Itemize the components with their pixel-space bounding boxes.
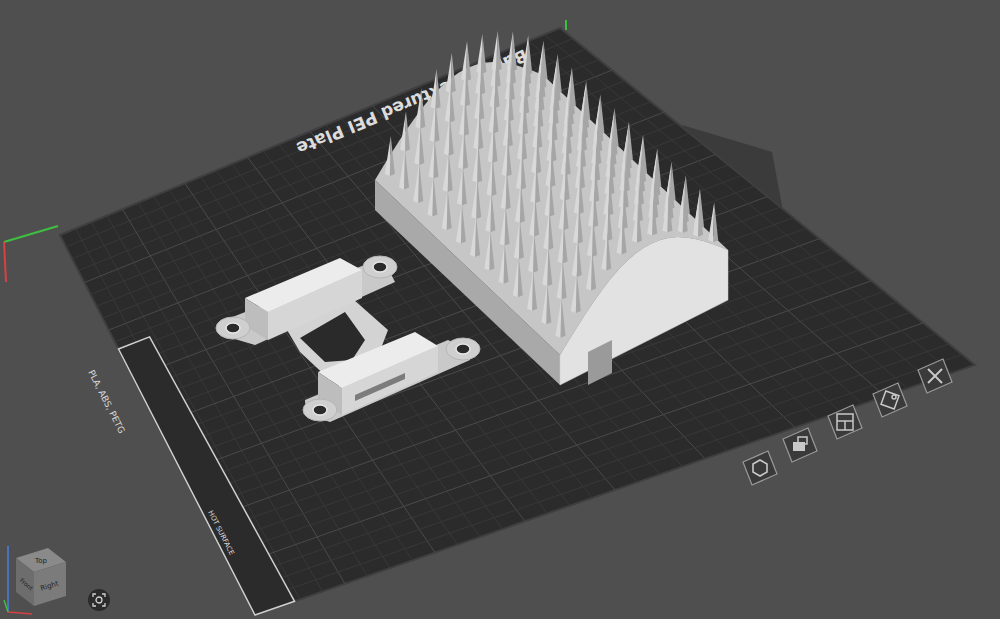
delete-button[interactable]: [915, 356, 955, 396]
plate-sticker: [119, 337, 295, 615]
arrange-icon: [825, 402, 865, 442]
sticker-warning: HOT SURFACE: [206, 509, 235, 556]
recenter-icon: [92, 593, 106, 607]
view-cube[interactable]: Top FrontRight: [2, 542, 74, 616]
view-cube-box[interactable]: Top FrontRight: [2, 542, 74, 616]
scene-canvas[interactable]: PLA, ABS, PETGHOT SURFACEBambu Textured …: [0, 0, 1000, 619]
svg-text:Front: Front: [19, 577, 36, 593]
sticker-filaments: PLA, ABS, PETG: [86, 368, 127, 435]
delete-icon: [915, 356, 955, 396]
recenter-button[interactable]: [88, 589, 110, 611]
orient-icon: [740, 448, 780, 488]
settings-button[interactable]: [870, 380, 910, 420]
orient-button[interactable]: [740, 448, 780, 488]
spike-brush-model[interactable]: [375, 31, 728, 385]
lock-button[interactable]: [780, 425, 820, 465]
arrange-button[interactable]: [825, 402, 865, 442]
viewport[interactable]: PLA, ABS, PETGHOT SURFACEBambu Textured …: [0, 0, 1000, 619]
build-plate[interactable]: [60, 28, 975, 615]
svg-text:Right: Right: [39, 579, 59, 592]
lock-icon: [780, 425, 820, 465]
bracket-model[interactable]: [216, 256, 480, 422]
plate-grid: [66, 34, 962, 607]
cube-right-face[interactable]: [34, 562, 66, 606]
svg-text:Top: Top: [34, 557, 47, 565]
settings-icon: [870, 380, 910, 420]
